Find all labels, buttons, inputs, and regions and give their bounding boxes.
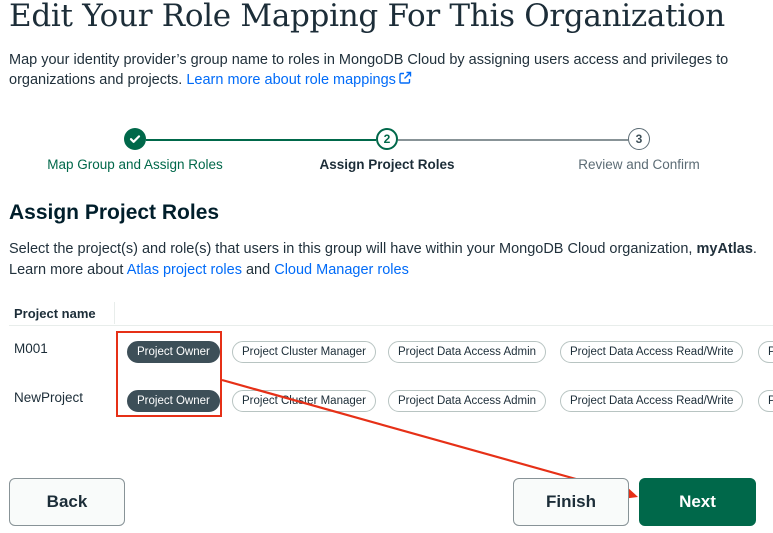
- next-button[interactable]: Next: [639, 478, 756, 526]
- annotation-arrow: [221, 378, 638, 499]
- finish-button[interactable]: Finish: [513, 478, 629, 526]
- back-button[interactable]: Back: [9, 478, 125, 526]
